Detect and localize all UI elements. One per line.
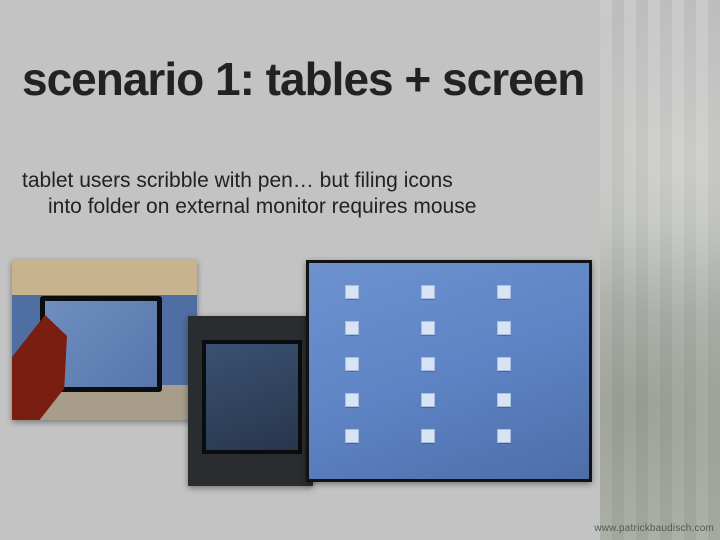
desktop-icon: [497, 321, 511, 335]
photo-collage: [12, 260, 592, 520]
photo-tablet-user: [12, 260, 197, 420]
desktop-icon: [345, 321, 359, 335]
photo-tablet-closeup: [188, 316, 313, 486]
desktop-icon: [497, 393, 511, 407]
desktop-icon: [345, 429, 359, 443]
desktop-icon: [345, 357, 359, 371]
footer-url: www.patrickbaudisch.com: [594, 523, 714, 534]
photo-external-monitor: [306, 260, 592, 482]
desktop-icon: [421, 393, 435, 407]
desktop-icon: [345, 393, 359, 407]
decorative-sidebar: [600, 0, 720, 540]
desktop-icon: [497, 285, 511, 299]
desktop-icon: [497, 357, 511, 371]
body-line-1: tablet users scribble with pen… but fili…: [22, 169, 453, 192]
body-line-2: into folder on external monitor requires…: [22, 194, 542, 220]
desktop-icon: [421, 357, 435, 371]
slide-title: scenario 1: tables + screen: [22, 56, 584, 102]
desktop-icon: [421, 321, 435, 335]
desktop-icon: [421, 429, 435, 443]
desktop-icon: [497, 429, 511, 443]
slide-body-text: tablet users scribble with pen… but fili…: [22, 168, 542, 221]
desktop-icon: [345, 285, 359, 299]
desktop-icon: [421, 285, 435, 299]
